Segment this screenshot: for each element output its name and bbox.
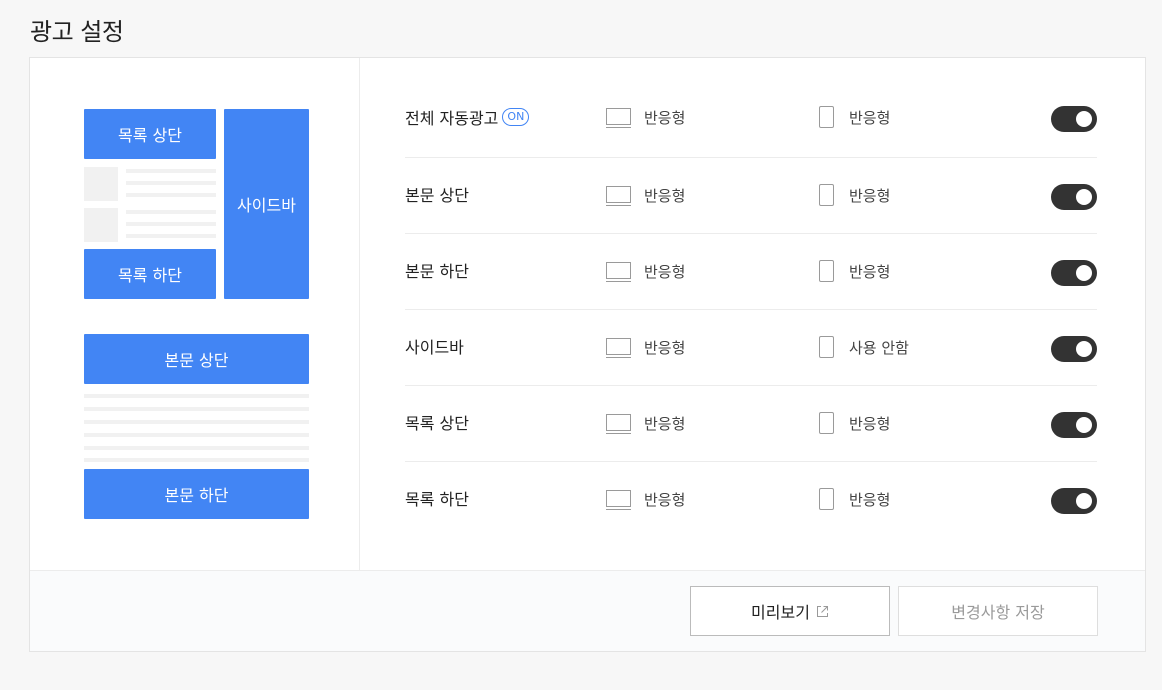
desktop-setting[interactable]: 반응형 (606, 337, 685, 358)
phone-icon (819, 260, 834, 282)
ad-row-label: 본문 상단 (405, 186, 469, 205)
card-footer: 미리보기 변경사항 저장 (30, 570, 1145, 651)
monitor-icon (606, 185, 632, 206)
list-line-placeholder (126, 169, 216, 173)
mobile-setting[interactable]: 반응형 (819, 260, 890, 282)
ad-row-label: 사이드바 (405, 338, 464, 357)
body-line-placeholder (84, 446, 309, 450)
desktop-setting[interactable]: 반응형 (606, 413, 685, 434)
toggle-knob (1076, 111, 1092, 127)
preview-sidebar[interactable]: 사이드바 (224, 109, 309, 299)
phone-icon (819, 336, 834, 358)
toggle-knob (1076, 189, 1092, 205)
on-badge: ON (502, 108, 530, 126)
body-line-placeholder (84, 420, 309, 424)
mobile-setting[interactable]: 반응형 (819, 412, 890, 434)
list-line-placeholder (126, 222, 216, 226)
ad-toggle[interactable] (1051, 106, 1097, 132)
toggle-knob (1076, 341, 1092, 357)
list-line-placeholder (126, 181, 216, 185)
mobile-setting[interactable]: 반응형 (819, 488, 890, 510)
ad-row-auto: 전체 자동광고 ON 반응형 반응형 (405, 82, 1097, 158)
ad-row-sidebar: 사이드바 반응형 사용 안함 (405, 310, 1097, 386)
ad-row-body-bottom: 본문 하단 반응형 반응형 (405, 234, 1097, 310)
preview-body-top[interactable]: 본문 상단 (84, 334, 309, 384)
phone-icon (819, 488, 834, 510)
list-thumb-placeholder (84, 208, 118, 242)
ad-toggle[interactable] (1051, 184, 1097, 210)
list-line-placeholder (126, 234, 216, 238)
ad-row-list-top: 목록 상단 반응형 반응형 (405, 386, 1097, 462)
desktop-setting[interactable]: 반응형 (606, 261, 685, 282)
phone-icon (819, 106, 834, 128)
toggle-knob (1076, 493, 1092, 509)
mobile-setting[interactable]: 반응형 (819, 106, 890, 128)
ad-row-label: 목록 하단 (405, 490, 469, 509)
layout-preview: 목록 상단 사이드바 목록 하단 본문 상단 본문 하단 (30, 58, 360, 570)
body-line-placeholder (84, 458, 309, 462)
mobile-setting[interactable]: 반응형 (819, 184, 890, 206)
ad-row-label: 본문 하단 (405, 262, 469, 281)
desktop-setting[interactable]: 반응형 (606, 107, 685, 128)
list-thumb-placeholder (84, 167, 118, 201)
monitor-icon (606, 261, 632, 282)
ad-toggle[interactable] (1051, 336, 1097, 362)
preview-list-bottom[interactable]: 목록 하단 (84, 249, 216, 299)
preview-list-top[interactable]: 목록 상단 (84, 109, 216, 159)
monitor-icon (606, 107, 632, 128)
save-changes-button[interactable]: 변경사항 저장 (898, 586, 1098, 636)
ad-toggle[interactable] (1051, 412, 1097, 438)
ad-toggle[interactable] (1051, 260, 1097, 286)
preview-body-bottom[interactable]: 본문 하단 (84, 469, 309, 519)
ad-settings-card: 목록 상단 사이드바 목록 하단 본문 상단 본문 하단 전체 자동광고 ON … (29, 57, 1146, 652)
desktop-setting[interactable]: 반응형 (606, 489, 685, 510)
phone-icon (819, 184, 834, 206)
ad-row-label: 전체 자동광고 ON (405, 105, 530, 129)
toggle-knob (1076, 265, 1092, 281)
monitor-icon (606, 413, 632, 434)
list-line-placeholder (126, 193, 216, 197)
desktop-setting[interactable]: 반응형 (606, 185, 685, 206)
body-line-placeholder (84, 394, 309, 398)
body-line-placeholder (84, 433, 309, 437)
body-line-placeholder (84, 407, 309, 411)
preview-button[interactable]: 미리보기 (690, 586, 890, 636)
ad-row-body-top: 본문 상단 반응형 반응형 (405, 158, 1097, 234)
phone-icon (819, 412, 834, 434)
ad-toggle[interactable] (1051, 488, 1097, 514)
ad-row-list-bottom: 목록 하단 반응형 반응형 (405, 462, 1097, 538)
page-title: 광고 설정 (30, 18, 124, 46)
external-link-icon (816, 605, 828, 617)
mobile-setting[interactable]: 사용 안함 (819, 336, 909, 358)
monitor-icon (606, 337, 632, 358)
ad-row-label: 목록 상단 (405, 414, 469, 433)
toggle-knob (1076, 417, 1092, 433)
monitor-icon (606, 489, 632, 510)
list-line-placeholder (126, 210, 216, 214)
